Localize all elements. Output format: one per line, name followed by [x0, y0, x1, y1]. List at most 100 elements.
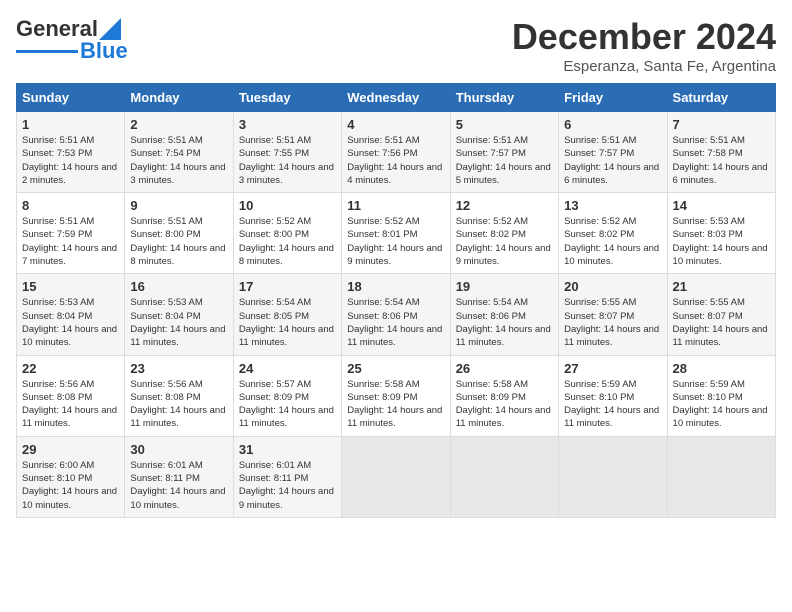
logo-text: General Blue	[16, 16, 128, 64]
day-info: Sunrise: 5:54 AMSunset: 8:05 PMDaylight:…	[239, 296, 336, 349]
day-number: 25	[347, 361, 444, 376]
col-thursday: Thursday	[450, 84, 558, 112]
table-row: 20 Sunrise: 5:55 AMSunset: 8:07 PMDayligh…	[559, 274, 667, 355]
day-info: Sunrise: 6:00 AMSunset: 8:10 PMDaylight:…	[22, 459, 119, 512]
day-number: 17	[239, 279, 336, 294]
table-row: 24Sunrise: 5:57 AMSunset: 8:09 PMDayligh…	[233, 355, 341, 436]
day-number: 27	[564, 361, 661, 376]
day-info: Sunrise: 5:52 AMSunset: 8:01 PMDaylight:…	[347, 215, 444, 268]
table-row: 16 Sunrise: 5:53 AMSunset: 8:04 PMDayligh…	[125, 274, 233, 355]
day-number: 19	[456, 279, 553, 294]
logo: General Blue	[16, 16, 128, 64]
day-number: 8	[22, 198, 119, 213]
table-row: 28 Sunrise: 5:59 AMSunset: 8:10 PMDayligh…	[667, 355, 775, 436]
table-row: 9Sunrise: 5:51 AMSunset: 8:00 PMDaylight…	[125, 193, 233, 274]
table-row: 14 Sunrise: 5:53 AMSunset: 8:03 PMDayligh…	[667, 193, 775, 274]
calendar-header-row: Sunday Monday Tuesday Wednesday Thursday…	[17, 84, 776, 112]
table-row: 19 Sunrise: 5:54 AMSunset: 8:06 PMDayligh…	[450, 274, 558, 355]
day-number: 20	[564, 279, 661, 294]
table-row: 4Sunrise: 5:51 AMSunset: 7:56 PMDaylight…	[342, 112, 450, 193]
day-info: Sunrise: 6:01 AMSunset: 8:11 PMDaylight:…	[239, 459, 336, 512]
day-info: Sunrise: 5:53 AMSunset: 8:03 PMDaylight:…	[673, 215, 770, 268]
day-info: Sunrise: 5:52 AMSunset: 8:02 PMDaylight:…	[456, 215, 553, 268]
calendar-week-row: 22 Sunrise: 5:56 AMSunset: 8:08 PMDayligh…	[17, 355, 776, 436]
day-number: 30	[130, 442, 227, 457]
calendar-week-row: 15 Sunrise: 5:53 AMSunset: 8:04 PMDayligh…	[17, 274, 776, 355]
table-row: 23 Sunrise: 5:56 AMSunset: 8:08 PMDayligh…	[125, 355, 233, 436]
day-number: 16	[130, 279, 227, 294]
col-monday: Monday	[125, 84, 233, 112]
day-number: 21	[673, 279, 770, 294]
table-row: 21 Sunrise: 5:55 AMSunset: 8:07 PMDayligh…	[667, 274, 775, 355]
month-title: December 2024	[512, 16, 776, 58]
table-row	[559, 436, 667, 517]
table-row: 17 Sunrise: 5:54 AMSunset: 8:05 PMDayligh…	[233, 274, 341, 355]
day-number: 28	[673, 361, 770, 376]
table-row: 18Sunrise: 5:54 AMSunset: 8:06 PMDayligh…	[342, 274, 450, 355]
table-row: 22 Sunrise: 5:56 AMSunset: 8:08 PMDayligh…	[17, 355, 125, 436]
calendar-week-row: 1Sunrise: 5:51 AMSunset: 7:53 PMDaylight…	[17, 112, 776, 193]
logo-arrow-icon	[99, 18, 121, 40]
table-row: 10 Sunrise: 5:52 AMSunset: 8:00 PMDayligh…	[233, 193, 341, 274]
table-row	[342, 436, 450, 517]
table-row: 13 Sunrise: 5:52 AMSunset: 8:02 PMDayligh…	[559, 193, 667, 274]
table-row: 12 Sunrise: 5:52 AMSunset: 8:02 PMDayligh…	[450, 193, 558, 274]
table-row: 30Sunrise: 6:01 AMSunset: 8:11 PMDayligh…	[125, 436, 233, 517]
day-info: Sunrise: 5:51 AMSunset: 7:54 PMDaylight:…	[130, 134, 227, 187]
day-number: 13	[564, 198, 661, 213]
day-info: Sunrise: 5:58 AMSunset: 8:09 PMDaylight:…	[456, 378, 553, 431]
table-row: 26 Sunrise: 5:58 AMSunset: 8:09 PMDayligh…	[450, 355, 558, 436]
day-number: 7	[673, 117, 770, 132]
day-info: Sunrise: 5:51 AMSunset: 7:57 PMDaylight:…	[564, 134, 661, 187]
table-row: 5 Sunrise: 5:51 AMSunset: 7:57 PMDaylight…	[450, 112, 558, 193]
day-info: Sunrise: 5:51 AMSunset: 7:58 PMDaylight:…	[673, 134, 770, 187]
day-number: 11	[347, 198, 444, 213]
day-info: Sunrise: 5:51 AMSunset: 7:57 PMDaylight:…	[456, 134, 553, 187]
col-wednesday: Wednesday	[342, 84, 450, 112]
day-info: Sunrise: 5:55 AMSunset: 8:07 PMDaylight:…	[564, 296, 661, 349]
logo-blue: Blue	[80, 38, 128, 64]
day-number: 24	[239, 361, 336, 376]
day-info: Sunrise: 5:52 AMSunset: 8:02 PMDaylight:…	[564, 215, 661, 268]
col-sunday: Sunday	[17, 84, 125, 112]
day-number: 29	[22, 442, 119, 457]
day-info: Sunrise: 5:53 AMSunset: 8:04 PMDaylight:…	[22, 296, 119, 349]
col-tuesday: Tuesday	[233, 84, 341, 112]
day-info: Sunrise: 5:53 AMSunset: 8:04 PMDaylight:…	[130, 296, 227, 349]
day-number: 5	[456, 117, 553, 132]
day-number: 6	[564, 117, 661, 132]
calendar-week-row: 29 Sunrise: 6:00 AMSunset: 8:10 PMDayligh…	[17, 436, 776, 517]
col-friday: Friday	[559, 84, 667, 112]
location: Esperanza, Santa Fe, Argentina	[512, 58, 776, 75]
page-header: General Blue December 2024 Esperanza, Sa…	[16, 16, 776, 75]
day-number: 10	[239, 198, 336, 213]
day-info: Sunrise: 5:56 AMSunset: 8:08 PMDaylight:…	[130, 378, 227, 431]
table-row: 31Sunrise: 6:01 AMSunset: 8:11 PMDayligh…	[233, 436, 341, 517]
day-info: Sunrise: 5:56 AMSunset: 8:08 PMDaylight:…	[22, 378, 119, 431]
day-number: 15	[22, 279, 119, 294]
table-row: 25 Sunrise: 5:58 AMSunset: 8:09 PMDayligh…	[342, 355, 450, 436]
title-block: December 2024 Esperanza, Santa Fe, Argen…	[512, 16, 776, 75]
day-info: Sunrise: 5:54 AMSunset: 8:06 PMDaylight:…	[456, 296, 553, 349]
table-row: 7 Sunrise: 5:51 AMSunset: 7:58 PMDaylight…	[667, 112, 775, 193]
day-number: 9	[130, 198, 227, 213]
day-number: 23	[130, 361, 227, 376]
table-row: 29 Sunrise: 6:00 AMSunset: 8:10 PMDayligh…	[17, 436, 125, 517]
table-row: 27Sunrise: 5:59 AMSunset: 8:10 PMDayligh…	[559, 355, 667, 436]
day-number: 12	[456, 198, 553, 213]
day-number: 26	[456, 361, 553, 376]
day-info: Sunrise: 5:54 AMSunset: 8:06 PMDaylight:…	[347, 296, 444, 349]
day-info: Sunrise: 5:51 AMSunset: 7:55 PMDaylight:…	[239, 134, 336, 187]
day-number: 14	[673, 198, 770, 213]
day-info: Sunrise: 5:51 AMSunset: 7:53 PMDaylight:…	[22, 134, 119, 187]
day-number: 22	[22, 361, 119, 376]
day-info: Sunrise: 5:58 AMSunset: 8:09 PMDaylight:…	[347, 378, 444, 431]
table-row: 15 Sunrise: 5:53 AMSunset: 8:04 PMDayligh…	[17, 274, 125, 355]
day-info: Sunrise: 5:55 AMSunset: 8:07 PMDaylight:…	[673, 296, 770, 349]
day-info: Sunrise: 5:59 AMSunset: 8:10 PMDaylight:…	[673, 378, 770, 431]
day-info: Sunrise: 5:51 AMSunset: 7:56 PMDaylight:…	[347, 134, 444, 187]
day-info: Sunrise: 5:52 AMSunset: 8:00 PMDaylight:…	[239, 215, 336, 268]
table-row: 2Sunrise: 5:51 AMSunset: 7:54 PMDaylight…	[125, 112, 233, 193]
col-saturday: Saturday	[667, 84, 775, 112]
table-row	[667, 436, 775, 517]
